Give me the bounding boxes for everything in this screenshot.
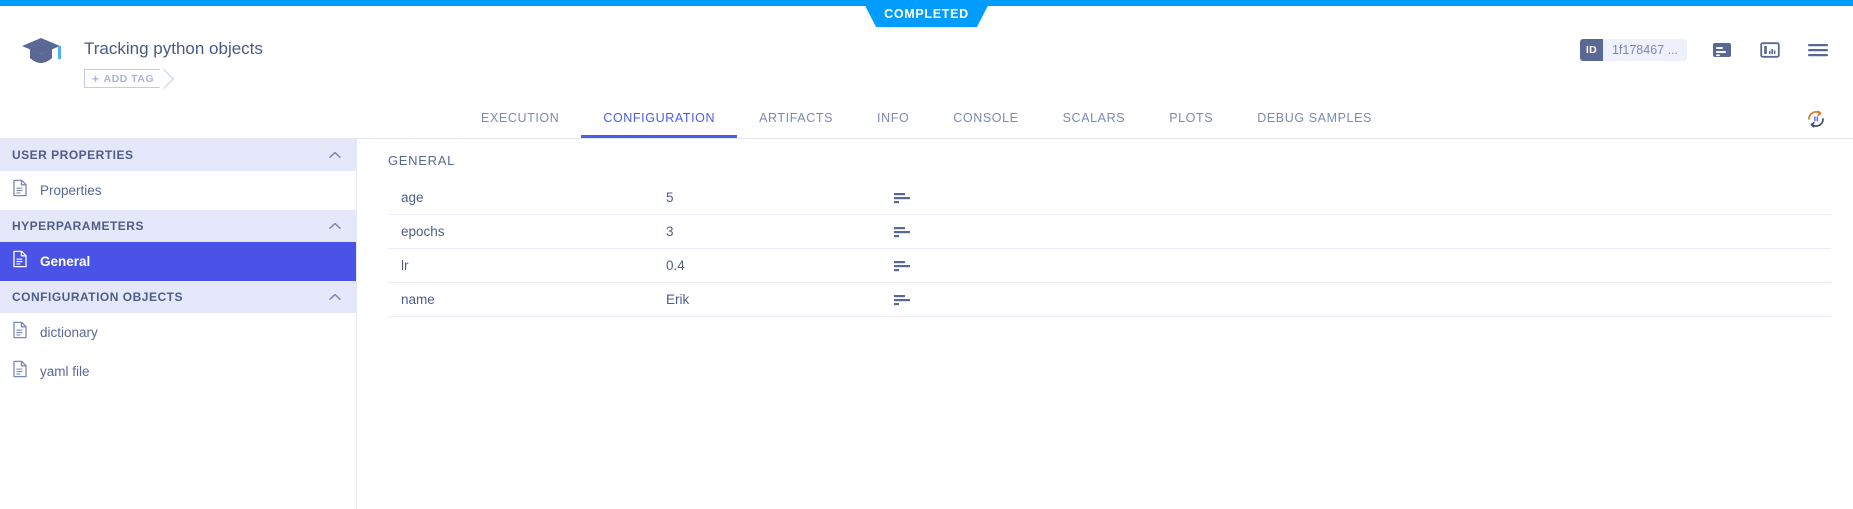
config-sidebar: USER PROPERTIES Properties HYPERPARAMETE… [0, 139, 357, 509]
id-badge-tag: ID [1579, 39, 1603, 61]
id-badge-value: 1f178467 ... [1611, 43, 1678, 57]
document-icon [12, 179, 28, 202]
param-key: epochs [388, 214, 666, 249]
param-key: age [388, 181, 666, 215]
parameters-table: age 5 epochs 3 lr 0.4 name Erik [388, 181, 1831, 317]
param-key: name [388, 282, 666, 317]
tab-console[interactable]: CONSOLE [931, 100, 1040, 138]
tab-plots[interactable]: PLOTS [1147, 100, 1235, 138]
sidebar-item-properties[interactable]: Properties [0, 171, 356, 210]
param-description-cell [894, 181, 954, 215]
sidebar-item-general[interactable]: General [0, 242, 356, 281]
tab-scalars[interactable]: SCALARS [1041, 100, 1148, 138]
param-description-cell [894, 282, 954, 317]
tab-info[interactable]: INFO [855, 100, 931, 138]
auto-refresh-paused-icon[interactable] [1803, 106, 1829, 132]
tab-bar: EXECUTION CONFIGURATION ARTIFACTS INFO C… [0, 100, 1853, 139]
description-lines-icon[interactable] [894, 181, 954, 214]
table-row[interactable]: name Erik [388, 282, 1831, 317]
sidebar-section-label: USER PROPERTIES [12, 148, 134, 162]
param-spacer [954, 248, 1831, 283]
add-tag-button[interactable]: + ADD TAG [84, 69, 163, 88]
chevron-up-icon [328, 290, 342, 304]
task-details-icon[interactable] [1709, 38, 1735, 62]
table-row[interactable]: epochs 3 [388, 214, 1831, 249]
param-key: lr [388, 248, 666, 283]
header-actions: ID 1f178467 ... [1579, 38, 1831, 62]
param-value: 0.4 [666, 248, 894, 283]
hyperparameters-panel: GENERAL age 5 epochs 3 lr 0.4 name Erik [357, 139, 1853, 509]
param-description-cell [894, 248, 954, 283]
sidebar-item-label: yaml file [40, 364, 90, 379]
page-title: Tracking python objects [84, 39, 263, 58]
title-block: Tracking python objects + ADD TAG [84, 38, 263, 88]
task-id-badge[interactable]: ID 1f178467 ... [1579, 39, 1687, 61]
content-area: USER PROPERTIES Properties HYPERPARAMETE… [0, 139, 1853, 509]
sidebar-item-label: Properties [40, 183, 102, 198]
chevron-up-icon [328, 148, 342, 162]
graduation-cap-icon [20, 34, 62, 70]
sidebar-section-label: HYPERPARAMETERS [12, 219, 144, 233]
param-value: 5 [666, 181, 894, 215]
description-lines-icon[interactable] [894, 215, 954, 248]
tab-artifacts[interactable]: ARTIFACTS [737, 100, 855, 138]
description-lines-icon[interactable] [894, 283, 954, 316]
param-spacer [954, 181, 1831, 215]
document-icon [12, 360, 28, 383]
table-row[interactable]: lr 0.4 [388, 248, 1831, 283]
add-tag-label: ADD TAG [103, 72, 155, 85]
sidebar-section-hyperparameters[interactable]: HYPERPARAMETERS [0, 210, 356, 242]
tabs: EXECUTION CONFIGURATION ARTIFACTS INFO C… [459, 100, 1394, 138]
table-row[interactable]: age 5 [388, 181, 1831, 215]
tab-execution[interactable]: EXECUTION [459, 100, 581, 138]
document-icon [12, 250, 28, 273]
sidebar-item-yaml-file[interactable]: yaml file [0, 352, 356, 391]
description-lines-icon[interactable] [894, 249, 954, 282]
sidebar-section-label: CONFIGURATION OBJECTS [12, 290, 183, 304]
sidebar-item-dictionary[interactable]: dictionary [0, 313, 356, 352]
task-preview-panel-icon[interactable] [1757, 38, 1783, 62]
document-icon [12, 321, 28, 344]
param-spacer [954, 282, 1831, 317]
sidebar-item-label: General [40, 254, 91, 269]
tab-configuration[interactable]: CONFIGURATION [581, 100, 738, 138]
param-description-cell [894, 214, 954, 249]
tab-debug-samples[interactable]: DEBUG SAMPLES [1235, 100, 1394, 138]
status-badge: COMPLETED [854, 0, 999, 27]
sidebar-section-user-properties[interactable]: USER PROPERTIES [0, 139, 356, 171]
sidebar-item-label: dictionary [40, 325, 98, 340]
sidebar-section-configuration-objects[interactable]: CONFIGURATION OBJECTS [0, 281, 356, 313]
param-value: 3 [666, 214, 894, 249]
menu-icon[interactable] [1805, 38, 1831, 62]
add-tag-plus-icon: + [92, 71, 100, 86]
chevron-up-icon [328, 219, 342, 233]
param-value: Erik [666, 282, 894, 317]
section-title: GENERAL [388, 153, 456, 168]
param-spacer [954, 214, 1831, 249]
